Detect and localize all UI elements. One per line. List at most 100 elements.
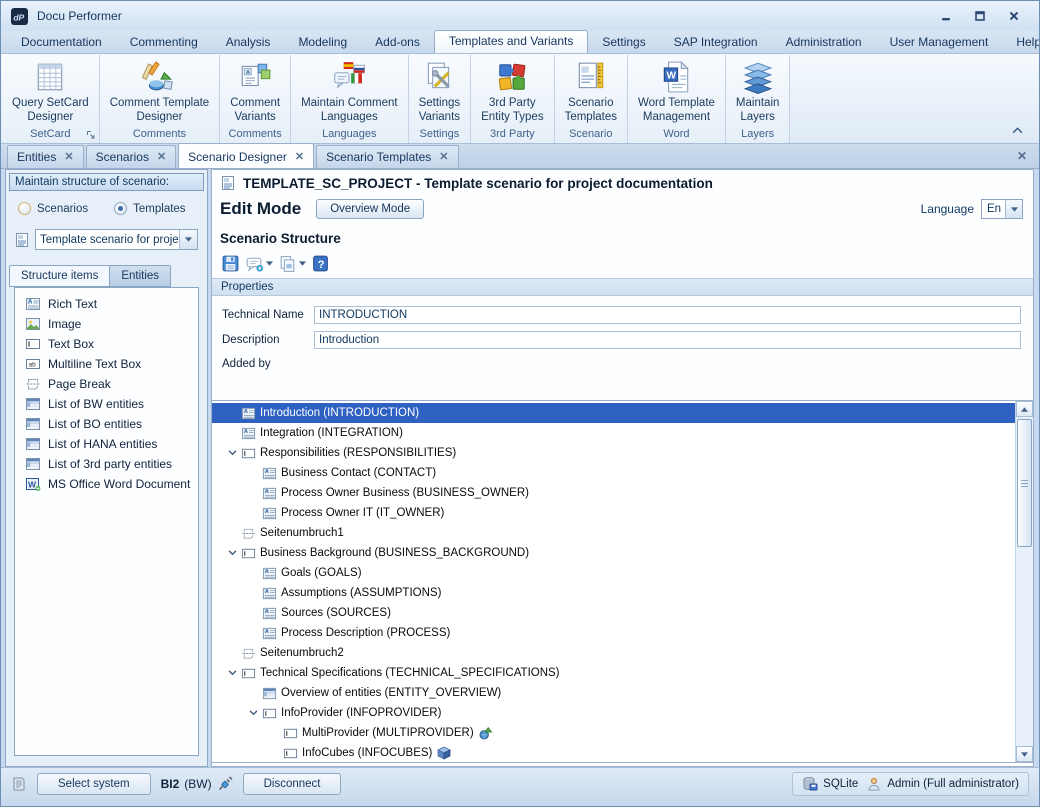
menu-item-sap-integration[interactable]: SAP Integration [660, 32, 772, 53]
copy-icon [278, 254, 297, 273]
palette-item-image[interactable]: Image [17, 314, 196, 334]
overview-mode-button[interactable]: Overview Mode [316, 199, 424, 219]
maximize-icon[interactable] [973, 10, 987, 23]
tree-item-seitenumbruch1[interactable]: Seitenumbruch1 [212, 523, 1016, 543]
scrollbar-thumb[interactable] [1017, 419, 1032, 547]
chevron-down-icon[interactable] [266, 261, 273, 266]
minimize-icon[interactable] [939, 10, 953, 23]
chevron-down-icon[interactable] [245, 710, 262, 716]
tree-item-goals-goals[interactable]: AGoals (GOALS) [212, 563, 1016, 583]
tree-item-infoprovider-infoprovider[interactable]: InfoProvider (INFOPROVIDER) [212, 703, 1016, 723]
menu-item-help[interactable]: Help [1002, 32, 1040, 53]
radio-circle-icon[interactable] [18, 202, 31, 215]
save-button[interactable] [220, 253, 241, 274]
menu-item-administration[interactable]: Administration [772, 32, 876, 53]
palette-item-rich-text[interactable]: ARich Text [17, 294, 196, 314]
tree-item-sources-sources[interactable]: ASources (SOURCES) [212, 603, 1016, 623]
help-button[interactable]: ? [310, 253, 331, 274]
ribbon-button-maintain-layers[interactable]: Maintain Layers [726, 55, 789, 127]
ribbon-button-settings-variants[interactable]: Settings Variants [409, 55, 471, 127]
palette-item-list-of-3rd-party-entities[interactable]: List of 3rd party entities [17, 454, 196, 474]
vertical-scrollbar[interactable] [1015, 401, 1033, 762]
menu-item-add-ons[interactable]: Add-ons [361, 32, 434, 53]
menu-item-commenting[interactable]: Commenting [116, 32, 212, 53]
tree-item-technical-specifications-technical-specifications[interactable]: Technical Specifications (TECHNICAL_SPEC… [212, 663, 1016, 683]
comment-add-icon [245, 254, 264, 273]
radio-circle-icon[interactable] [114, 202, 127, 215]
sidebar-tab-entities[interactable]: Entities [109, 265, 171, 287]
tree-item-business-background-business-background[interactable]: Business Background (BUSINESS_BACKGROUND… [212, 543, 1016, 563]
palette-item-page-break[interactable]: Page Break [17, 374, 196, 394]
ribbon-button-query-setcard-designer[interactable]: Query SetCard Designer [2, 55, 99, 127]
chevron-down-icon[interactable] [1005, 200, 1022, 218]
tab-scenario-templates[interactable]: Scenario Templates✕ [316, 145, 458, 168]
radio-templates[interactable]: Templates [114, 202, 185, 215]
chevron-down-icon[interactable] [224, 550, 241, 556]
radio-scenarios[interactable]: Scenarios [18, 202, 88, 215]
tab-entities[interactable]: Entities✕ [7, 145, 84, 168]
palette-item-list-of-hana-entities[interactable]: List of HANA entities [17, 434, 196, 454]
disconnect-button[interactable]: Disconnect [243, 773, 342, 795]
palette-item-list-of-bo-entities[interactable]: List of BO entities [17, 414, 196, 434]
dialog-launcher-icon[interactable] [86, 130, 96, 140]
tree-item-label: Seitenumbruch2 [260, 647, 344, 659]
chevron-down-icon[interactable] [224, 670, 241, 676]
menu-item-settings[interactable]: Settings [588, 32, 659, 53]
tree-item-process-owner-business-business-owner[interactable]: AProcess Owner Business (BUSINESS_OWNER) [212, 483, 1016, 503]
ribbon-button-scenario-templates[interactable]: Scenario Templates [555, 55, 627, 127]
ribbon-collapse-icon[interactable] [1012, 126, 1023, 134]
tree-item-seitenumbruch2[interactable]: Seitenumbruch2 [212, 643, 1016, 663]
tab-close-icon[interactable]: ✕ [439, 152, 448, 163]
palette-item-multiline-text-box[interactable]: abMultiline Text Box [17, 354, 196, 374]
menu-item-user-management[interactable]: User Management [876, 32, 1003, 53]
palette-item-ms-office-word-document[interactable]: WMS Office Word Document [17, 474, 196, 494]
tree-item-integration-integration[interactable]: AIntegration (INTEGRATION) [212, 423, 1016, 443]
language-select[interactable]: En [981, 199, 1023, 219]
ribbon-button-label: Comment Template Designer [110, 97, 210, 124]
menu-item-analysis[interactable]: Analysis [212, 32, 285, 53]
select-system-button[interactable]: Select system [37, 773, 151, 795]
description-input[interactable] [314, 331, 1021, 349]
close-icon[interactable] [1007, 10, 1021, 23]
tabstrip-close-icon[interactable]: ✕ [1017, 149, 1027, 163]
tree-item-process-owner-it-it-owner[interactable]: AProcess Owner IT (IT_OWNER) [212, 503, 1016, 523]
palette-item-list-of-bw-entities[interactable]: List of BW entities [17, 394, 196, 414]
tree-item-overview-of-entities-entity-overview[interactable]: Overview of entities (ENTITY_OVERVIEW) [212, 683, 1016, 703]
add-comment-button[interactable] [244, 253, 274, 274]
sidebar-tab-structure-items[interactable]: Structure items [9, 265, 110, 287]
svg-text:?: ? [318, 259, 325, 271]
ribbon-button-3rd-party-entity-types[interactable]: 3rd Party Entity Types [471, 55, 553, 127]
tree-item-introduction-introduction[interactable]: AIntroduction (INTRODUCTION) [212, 403, 1016, 423]
tree-item-assumptions-assumptions[interactable]: AAssumptions (ASSUMPTIONS) [212, 583, 1016, 603]
tab-scenarios[interactable]: Scenarios✕ [86, 145, 177, 168]
tree-item-responsibilities-responsibilities[interactable]: Responsibilities (RESPONSIBILITIES) [212, 443, 1016, 463]
menu-item-templates-and-variants[interactable]: Templates and Variants [434, 30, 589, 53]
tab-close-icon[interactable]: ✕ [64, 152, 73, 163]
edit-mode-label: Edit Mode [220, 199, 301, 219]
scroll-down-icon[interactable] [1016, 746, 1033, 762]
tab-close-icon[interactable]: ✕ [295, 152, 304, 163]
scroll-up-icon[interactable] [1016, 401, 1033, 417]
scenario-select[interactable]: Template scenario for projec [35, 229, 198, 250]
tree-item-label: Responsibilities (RESPONSIBILITIES) [260, 447, 456, 459]
ribbon-button-comment-variants[interactable]: AComment Variants [220, 55, 290, 127]
ribbon-button-word-template-management[interactable]: WWord Template Management [628, 55, 725, 127]
tree-item-infocubes-infocubes[interactable]: InfoCubes (INFOCUBES) [212, 743, 1016, 763]
chevron-down-icon[interactable] [224, 450, 241, 456]
tab-close-icon[interactable]: ✕ [157, 152, 166, 163]
palette-item-text-box[interactable]: Text Box [17, 334, 196, 354]
ribbon-button-comment-template-designer[interactable]: Comment Template Designer [100, 55, 220, 127]
copy-button[interactable] [277, 253, 307, 274]
chevron-down-icon[interactable] [299, 261, 306, 266]
chevron-down-icon[interactable] [179, 230, 197, 249]
tree-item-multiprovider-multiprovider[interactable]: MultiProvider (MULTIPROVIDER) [212, 723, 1016, 743]
menu-item-modeling[interactable]: Modeling [284, 32, 361, 53]
menu-item-documentation[interactable]: Documentation [7, 32, 116, 53]
ribbon-button-maintain-comment-languages[interactable]: Maintain Comment Languages [291, 55, 408, 127]
svg-text:A: A [28, 300, 33, 306]
tree-item-process-description-process[interactable]: AProcess Description (PROCESS) [212, 623, 1016, 643]
ribbon-button-label: Scenario Templates [565, 97, 617, 124]
tree-item-business-contact-contact[interactable]: ABusiness Contact (CONTACT) [212, 463, 1016, 483]
technical-name-input[interactable] [314, 306, 1021, 324]
tab-scenario-designer[interactable]: Scenario Designer✕ [178, 143, 314, 168]
